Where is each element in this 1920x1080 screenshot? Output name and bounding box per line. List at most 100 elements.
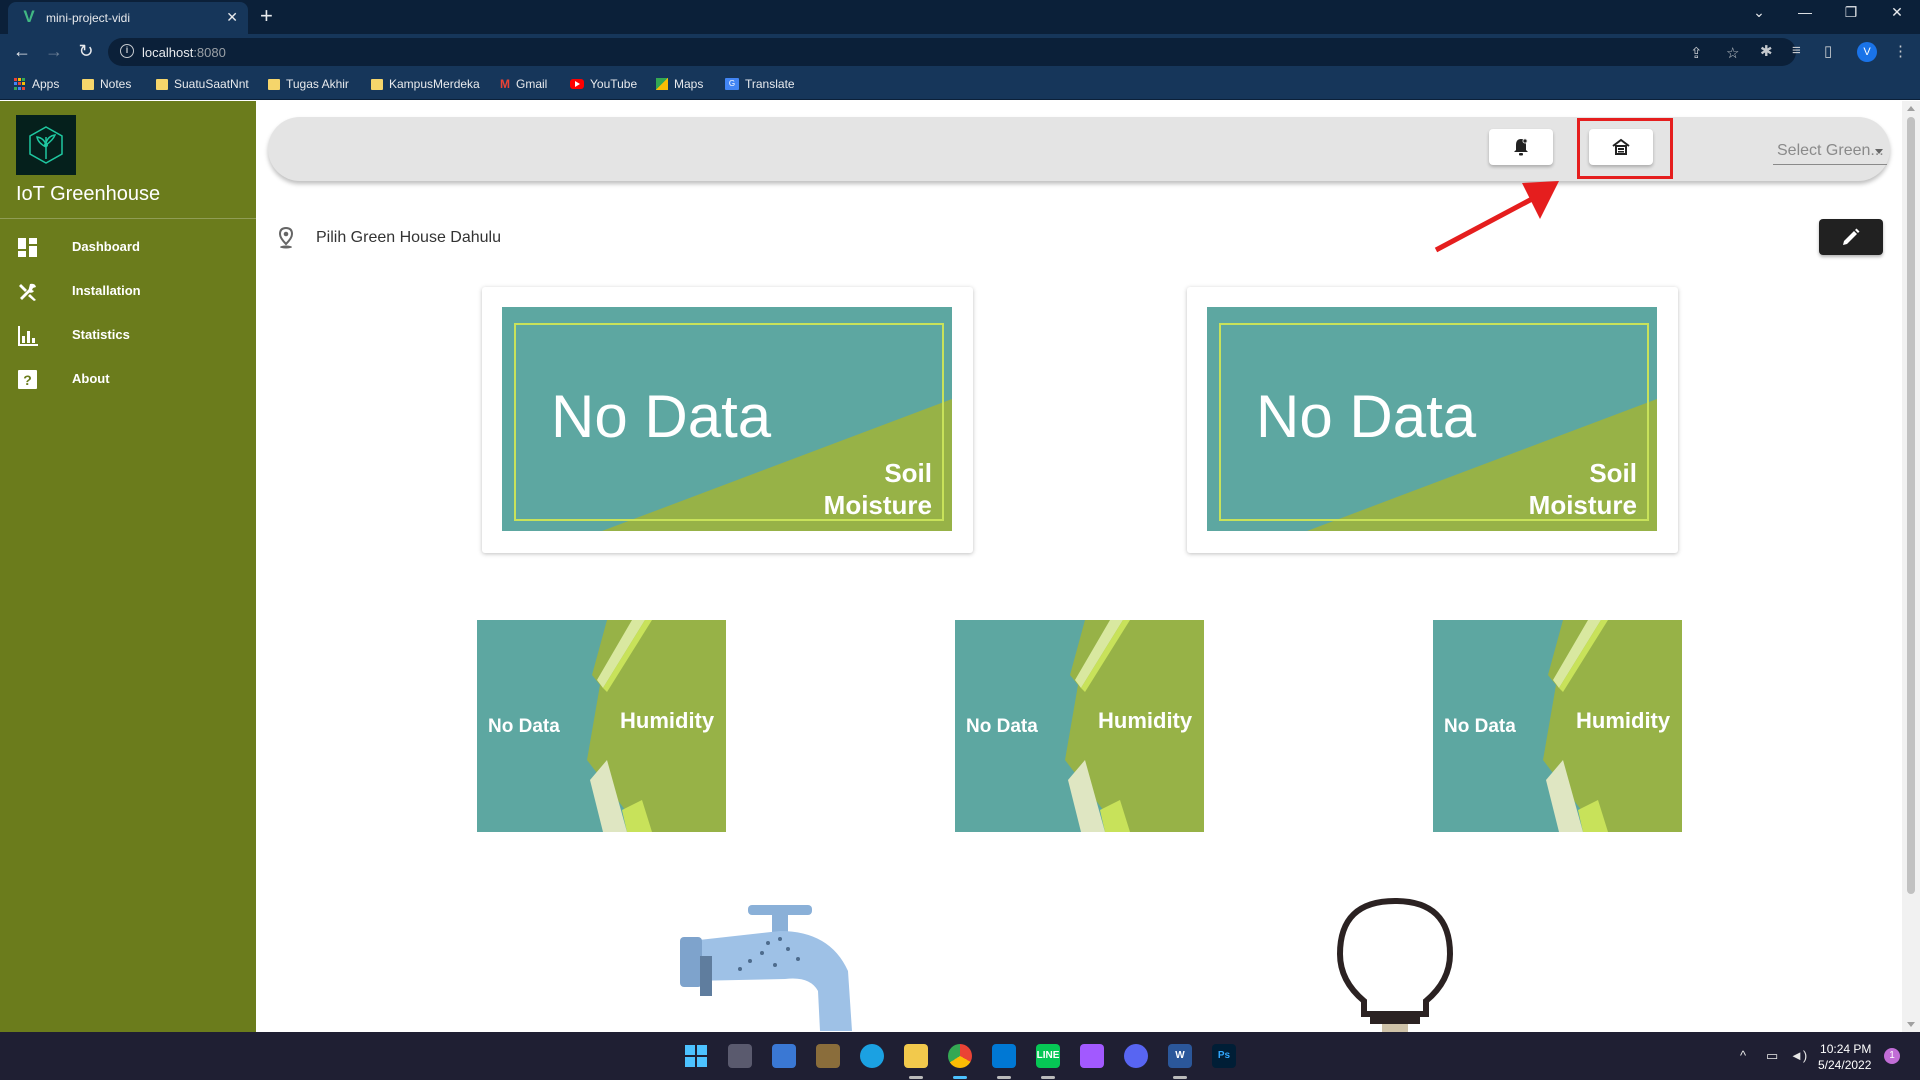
active-indicator [953,1076,967,1079]
sidebar-divider [0,218,256,219]
sidebar-item-statistics[interactable]: Statistics [0,313,256,357]
sidebar-item-label: Installation [72,283,141,298]
forward-icon[interactable]: → [42,42,66,60]
windows-taskbar: LINE W Ps ^ ▭ ◄) 10:24 PM 5/24/2022 1 [0,1032,1920,1080]
scroll-down-arrow-icon[interactable] [1907,1022,1915,1027]
dashboard-icon [18,238,37,257]
notification-badge[interactable]: 1 [1884,1048,1900,1064]
task-view-icon[interactable] [728,1044,752,1068]
youtube-icon [570,79,584,89]
main-content: Select Green... Pilih Green House Dahulu… [256,101,1902,1032]
site-info-icon[interactable]: i [120,44,134,58]
back-icon[interactable]: ← [10,42,34,60]
close-tab-icon[interactable]: ✕ [226,9,238,25]
humidity-label: Humidity [1576,708,1671,733]
greenhouse-select[interactable]: Select Green... [1773,139,1887,165]
humidity-value: No Data [488,716,560,737]
light-bulb-icon [1336,897,1454,1032]
bookmark-tugas-akhir[interactable]: Tugas Akhir [268,77,349,91]
running-indicator [1041,1076,1055,1079]
word-icon[interactable]: W [1168,1044,1192,1068]
select-placeholder: Select Green... [1777,142,1884,159]
folder-icon [82,78,94,90]
sidebar-item-dashboard[interactable]: Dashboard [0,225,256,269]
pencil-icon [1843,228,1860,245]
translate-icon: G [725,78,739,90]
bookmark-suatusaatnnt[interactable]: SuatuSaatNnt [156,77,249,91]
annotation-arrow [1434,181,1559,253]
browser-tab[interactable]: V mini-project-vidi ✕ [8,2,248,34]
close-window-button[interactable]: ✕ [1874,4,1920,21]
bookmark-star-icon[interactable]: ☆ [1726,44,1739,62]
folder-icon [156,78,168,90]
humidity-label: Humidity [620,708,715,733]
bookmark-youtube[interactable]: YouTube [570,77,637,91]
folder-icon [371,78,383,90]
humidity-tile: No Data Humidity [1433,620,1682,832]
profile-avatar[interactable]: V [1857,42,1877,62]
water-faucet-icon [680,905,852,1031]
url-text: localhost:8080 [142,45,226,60]
bookmark-translate[interactable]: G Translate [725,77,795,91]
start-windows-icon[interactable] [684,1044,708,1068]
soil-moisture-card: No Data Soil Moisture [1187,287,1678,553]
humidity-tile: No Data Humidity [955,620,1204,832]
edit-button[interactable] [1819,219,1883,255]
figma-icon[interactable] [1080,1044,1104,1068]
system-clock[interactable]: 10:24 PM 5/24/2022 [1818,1041,1871,1073]
extensions-icon[interactable]: ✱ [1760,42,1773,60]
running-indicator [997,1076,1011,1079]
notification-button[interactable] [1489,129,1553,165]
scroll-up-arrow-icon[interactable] [1907,106,1915,111]
soil-moisture-card: No Data Soil Moisture [482,287,973,553]
sidebar-item-about[interactable]: ? About [0,357,256,401]
page-scrollbar[interactable] [1902,101,1920,1032]
vue-favicon-icon: V [23,7,35,26]
sidebar-item-label: Dashboard [72,239,140,254]
tray-overflow-chevron-icon[interactable]: ^ [1740,1048,1746,1063]
media-control-icon[interactable]: ≡ [1792,42,1801,59]
store-icon[interactable] [772,1044,796,1068]
bookmark-apps[interactable]: Apps [14,77,59,91]
tools-icon [19,283,36,301]
bookmark-kampusmerdeka[interactable]: KampusMerdeka [371,77,480,91]
soil-moisture-panel: No Data Soil Moisture [502,307,952,531]
address-bar[interactable]: i localhost:8080 ⇪ ☆ [108,38,1796,66]
share-icon[interactable]: ⇪ [1690,44,1703,62]
clock-time: 10:24 PM [1820,1042,1872,1056]
line-app-icon[interactable]: LINE [1036,1044,1060,1068]
reload-icon[interactable]: ↻ [74,42,98,60]
photoshop-icon[interactable]: Ps [1212,1044,1236,1068]
browser-tab-strip: V mini-project-vidi ✕ + ⌄ — ❐ ✕ [0,0,1920,34]
gmail-icon: M [500,77,510,91]
edge-browser-icon[interactable] [860,1044,884,1068]
humidity-tile: No Data Humidity [477,620,726,832]
side-panel-icon[interactable]: ▯ [1824,42,1832,60]
folder-icon [268,78,280,90]
sidebar-item-label: About [72,371,110,386]
bookmark-notes[interactable]: Notes [82,77,131,91]
sidebar-item-installation[interactable]: Installation [0,269,256,313]
maps-icon [656,78,668,90]
location-pin-icon [278,227,294,249]
tab-title: mini-project-vidi [46,11,131,25]
scrollbar-thumb[interactable] [1907,117,1915,894]
chrome-browser-icon[interactable] [948,1044,972,1068]
vscode-icon[interactable] [992,1044,1016,1068]
bookmark-maps[interactable]: Maps [656,77,703,91]
file-explorer-icon[interactable] [904,1044,928,1068]
soil-moisture-label: Soil Moisture [1528,458,1637,520]
minimize-button[interactable]: — [1782,4,1828,20]
tab-search-icon[interactable]: ⌄ [1736,4,1782,21]
chrome-menu-icon[interactable]: ⋮ [1893,42,1908,60]
game-app-icon[interactable] [816,1044,840,1068]
apps-grid-icon [14,78,26,90]
restore-button[interactable]: ❐ [1828,4,1874,21]
soil-moisture-value: No Data [551,383,772,450]
discord-icon[interactable] [1124,1044,1148,1068]
running-indicator [909,1076,923,1079]
bookmark-gmail[interactable]: M Gmail [500,77,547,91]
network-icon[interactable]: ▭ [1766,1048,1778,1064]
volume-icon[interactable]: ◄) [1790,1048,1807,1063]
new-tab-button[interactable]: + [260,5,273,27]
